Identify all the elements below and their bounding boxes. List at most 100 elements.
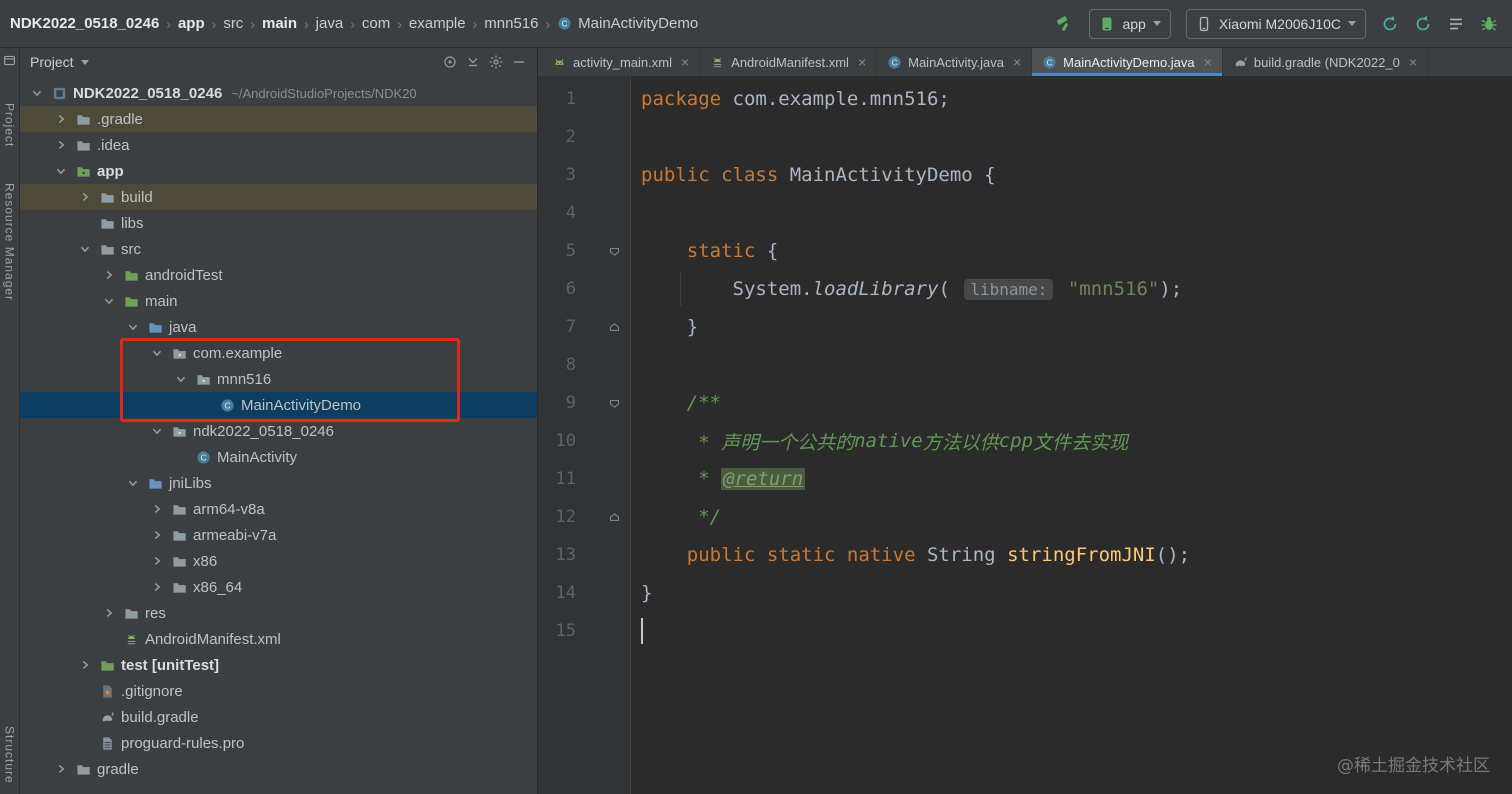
tree-item-gitignore[interactable]: .gitignore <box>20 678 537 704</box>
gutter-line-11[interactable]: 11 <box>538 460 630 498</box>
chevron-down-icon[interactable] <box>122 476 144 490</box>
stripe-resource-manager-button[interactable]: Resource Manager <box>3 183 17 301</box>
chevron-down-icon[interactable] <box>80 59 89 65</box>
chevron-right-icon[interactable] <box>50 112 72 126</box>
tree-item-gradle[interactable]: gradle <box>20 756 537 782</box>
editor-tab-build-gradle-ndk2022-0[interactable]: build.gradle (NDK2022_0 × <box>1223 48 1429 76</box>
chevron-down-icon[interactable] <box>170 372 192 386</box>
breadcrumb-item-ndk2022-0518-0246[interactable]: NDK2022_0518_0246 <box>10 15 159 32</box>
code-line-15[interactable] <box>641 612 1512 650</box>
code-line-5[interactable]: static { <box>641 232 1512 270</box>
project-panel-title[interactable]: Project <box>30 54 74 70</box>
chevron-right-icon[interactable] <box>146 580 168 594</box>
sync-project-icon[interactable] <box>1381 15 1399 33</box>
gutter-line-9[interactable]: 9 <box>538 384 630 422</box>
tree-item-ndk2022-0518-0246[interactable]: ndk2022_0518_0246 <box>20 418 537 444</box>
gear-icon[interactable] <box>488 54 504 70</box>
editor-tab-mainactivity-java[interactable]: C MainActivity.java × <box>877 48 1033 76</box>
chevron-down-icon[interactable] <box>74 242 96 256</box>
tree-item-idea[interactable]: .idea <box>20 132 537 158</box>
editor-gutter[interactable]: 1 2 3 4 5 6 7 8 9 10 11 12 13 14 15 <box>538 76 631 794</box>
chevron-down-icon[interactable] <box>26 86 48 100</box>
tree-item-ndk2022-0518-0246[interactable]: NDK2022_0518_0246 ~/AndroidStudioProjects… <box>20 80 537 106</box>
stripe-project-button[interactable]: Project <box>3 103 17 147</box>
tree-item-x86-64[interactable]: x86_64 <box>20 574 537 600</box>
gutter-line-10[interactable]: 10 <box>538 422 630 460</box>
code-line-4[interactable] <box>641 194 1512 232</box>
tree-item-proguard-rules-pro[interactable]: proguard-rules.pro <box>20 730 537 756</box>
stripe-structure-button[interactable]: Structure <box>3 726 17 784</box>
code-line-10[interactable]: * 声明一个公共的 native 方法以供 cpp 文件去实现 <box>641 422 1512 460</box>
fold-marker-icon[interactable] <box>606 245 622 258</box>
gutter-line-3[interactable]: 3 <box>538 156 630 194</box>
profiler-bug-icon[interactable] <box>1480 15 1498 33</box>
chevron-right-icon[interactable] <box>146 502 168 516</box>
tree-item-main[interactable]: main <box>20 288 537 314</box>
code-line-1[interactable]: package com.example.mnn516; <box>641 80 1512 118</box>
breadcrumb-item-main[interactable]: main <box>262 15 297 32</box>
tree-item-gradle[interactable]: .gradle <box>20 106 537 132</box>
chevron-right-icon[interactable] <box>146 528 168 542</box>
tree-item-build[interactable]: build <box>20 184 537 210</box>
breadcrumb-item-app[interactable]: app <box>178 15 205 32</box>
gutter-line-15[interactable]: 15 <box>538 612 630 650</box>
tree-item-x86[interactable]: x86 <box>20 548 537 574</box>
tree-item-res[interactable]: res <box>20 600 537 626</box>
tree-item-com-example[interactable]: com.example <box>20 340 537 366</box>
gutter-line-1[interactable]: 1 <box>538 80 630 118</box>
locate-file-icon[interactable] <box>442 54 458 70</box>
editor-tab-androidmanifest-xml[interactable]: AndroidManifest.xml × <box>700 48 878 76</box>
tree-item-app[interactable]: app <box>20 158 537 184</box>
tree-item-arm64-v8a[interactable]: arm64-v8a <box>20 496 537 522</box>
close-tab-icon[interactable]: × <box>858 54 866 70</box>
tree-item-mnn516[interactable]: mnn516 <box>20 366 537 392</box>
chevron-down-icon[interactable] <box>122 320 144 334</box>
fold-marker-icon[interactable] <box>606 511 622 524</box>
tree-item-test-unittest[interactable]: test [unitTest] <box>20 652 537 678</box>
attach-debugger-icon[interactable] <box>1414 15 1432 33</box>
gutter-line-14[interactable]: 14 <box>538 574 630 612</box>
gutter-line-12[interactable]: 12 <box>538 498 630 536</box>
chevron-right-icon[interactable] <box>98 268 120 282</box>
chevron-right-icon[interactable] <box>74 190 96 204</box>
run-config-selector[interactable]: app <box>1089 8 1171 39</box>
code-content[interactable]: package com.example.mnn516; public class … <box>631 76 1512 794</box>
build-hammer-icon[interactable] <box>1054 14 1074 34</box>
tree-item-androidtest[interactable]: androidTest <box>20 262 537 288</box>
close-tab-icon[interactable]: × <box>681 54 689 70</box>
chevron-right-icon[interactable] <box>50 762 72 776</box>
code-line-9[interactable]: /** <box>641 384 1512 422</box>
breadcrumb-item-src[interactable]: src <box>223 15 243 32</box>
breadcrumb-item-java[interactable]: java <box>316 15 344 32</box>
tree-item-src[interactable]: src <box>20 236 537 262</box>
chevron-down-icon[interactable] <box>146 424 168 438</box>
code-line-8[interactable] <box>641 346 1512 384</box>
code-editor[interactable]: 1 2 3 4 5 6 7 8 9 10 11 12 13 14 15 package com.exampl… <box>538 76 1512 794</box>
gutter-line-8[interactable]: 8 <box>538 346 630 384</box>
close-tab-icon[interactable]: × <box>1409 54 1417 70</box>
gutter-line-7[interactable]: 7 <box>538 308 630 346</box>
tree-item-jnilibs[interactable]: jniLibs <box>20 470 537 496</box>
chevron-down-icon[interactable] <box>50 164 72 178</box>
tree-item-armeabi-v7a[interactable]: armeabi-v7a <box>20 522 537 548</box>
editor-tab-activity-main-xml[interactable]: activity_main.xml × <box>542 48 701 76</box>
code-line-7[interactable]: } <box>641 308 1512 346</box>
tree-item-build-gradle[interactable]: build.gradle <box>20 704 537 730</box>
tree-item-androidmanifest-xml[interactable]: AndroidManifest.xml <box>20 626 537 652</box>
breadcrumb-item-com[interactable]: com <box>362 15 390 32</box>
chevron-right-icon[interactable] <box>74 658 96 672</box>
chevron-down-icon[interactable] <box>146 346 168 360</box>
gutter-line-5[interactable]: 5 <box>538 232 630 270</box>
code-line-6[interactable]: System. loadLibrary( libname: "mnn516"); <box>641 270 1512 308</box>
tree-item-libs[interactable]: libs <box>20 210 537 236</box>
gutter-line-6[interactable]: 6 <box>538 270 630 308</box>
code-line-12[interactable]: */ <box>641 498 1512 536</box>
collapse-all-icon[interactable] <box>465 54 481 70</box>
chevron-right-icon[interactable] <box>50 138 72 152</box>
close-tab-icon[interactable]: × <box>1013 54 1021 70</box>
tree-item-mainactivity[interactable]: C MainActivity <box>20 444 537 470</box>
chevron-right-icon[interactable] <box>146 554 168 568</box>
code-line-3[interactable]: public class MainActivityDemo { <box>641 156 1512 194</box>
close-tab-icon[interactable]: × <box>1204 54 1212 70</box>
gutter-line-4[interactable]: 4 <box>538 194 630 232</box>
